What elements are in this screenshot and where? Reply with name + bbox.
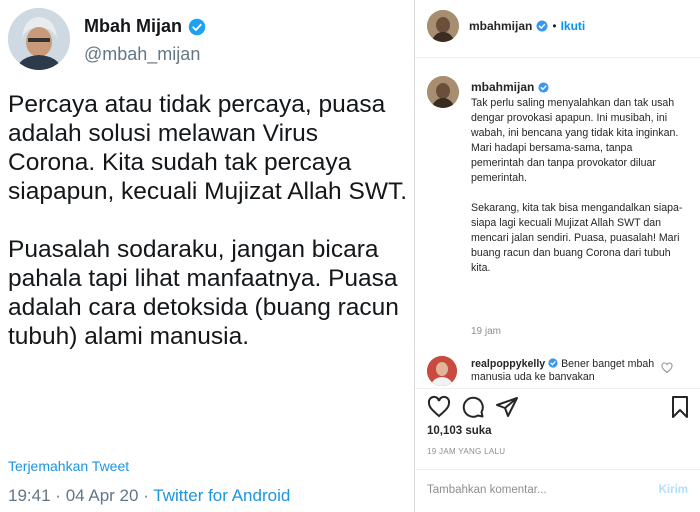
tweet-text: Percaya atau tidak percaya, puasa adalah… (8, 91, 407, 350)
instagram-post-header: mbahmijan • Ikuti (415, 0, 700, 58)
comment: realpoppykelly Bener banget mbah manusia… (471, 358, 671, 380)
tweet-date[interactable]: 04 Apr 20 (66, 486, 139, 505)
like-count[interactable]: 10,103 suka (427, 425, 492, 437)
instagram-username[interactable]: mbahmijan (469, 19, 532, 33)
send-comment-button[interactable]: Kirim (659, 484, 688, 496)
verified-badge-icon (548, 358, 558, 368)
comment-like-heart-icon[interactable] (661, 362, 673, 374)
meta-separator: · (55, 486, 61, 505)
comment-icon[interactable] (461, 395, 485, 419)
verified-badge-icon (188, 18, 206, 35)
meta-separator: · (143, 486, 149, 505)
caption-user-row: mbahmijan (471, 80, 549, 94)
twitter-handle[interactable]: @mbah_mijan (84, 44, 200, 65)
instagram-panel: mbahmijan • Ikuti mbahmijan Tak perlu sa… (415, 0, 700, 512)
comment-input[interactable]: Tambahkan komentar... (427, 484, 547, 496)
heart-icon[interactable] (427, 395, 451, 419)
translate-tweet-link[interactable]: Terjemahkan Tweet (8, 458, 129, 474)
follow-button[interactable]: Ikuti (561, 19, 586, 33)
twitter-avatar[interactable] (8, 8, 70, 70)
tweet-meta: 19:41 · 04 Apr 20 · Twitter for Android (8, 486, 290, 506)
twitter-display-name[interactable]: Mbah Mijan (84, 16, 182, 37)
comment-bar: Tambahkan komentar... Kirim (415, 469, 700, 512)
verified-badge-icon (538, 81, 549, 93)
instagram-avatar[interactable] (427, 10, 459, 42)
comment-username[interactable]: realpoppykelly (471, 358, 545, 370)
post-actions: 10,103 suka 19 JAM YANG LALU Tambahkan k… (415, 388, 700, 512)
twitter-panel: Mbah Mijan @mbah_mijan Percaya atau tida… (0, 0, 414, 512)
caption-time: 19 jam (471, 326, 502, 337)
verified-badge-icon (536, 20, 548, 32)
caption-username[interactable]: mbahmijan (471, 80, 534, 94)
header-dot: • (552, 19, 557, 33)
twitter-name-row: Mbah Mijan (84, 16, 206, 37)
commenter-avatar[interactable] (427, 356, 457, 386)
caption-avatar[interactable] (427, 76, 459, 108)
tweet-source[interactable]: Twitter for Android (153, 486, 290, 505)
tweet-time[interactable]: 19:41 (8, 486, 51, 505)
share-icon[interactable] (495, 395, 519, 419)
bookmark-icon[interactable] (668, 395, 692, 419)
post-caption: Tak perlu saling menyalahkan dan tak usa… (471, 97, 683, 274)
post-time-ago: 19 JAM YANG LALU (427, 447, 506, 456)
instagram-header-row: mbahmijan • Ikuti (469, 19, 585, 33)
